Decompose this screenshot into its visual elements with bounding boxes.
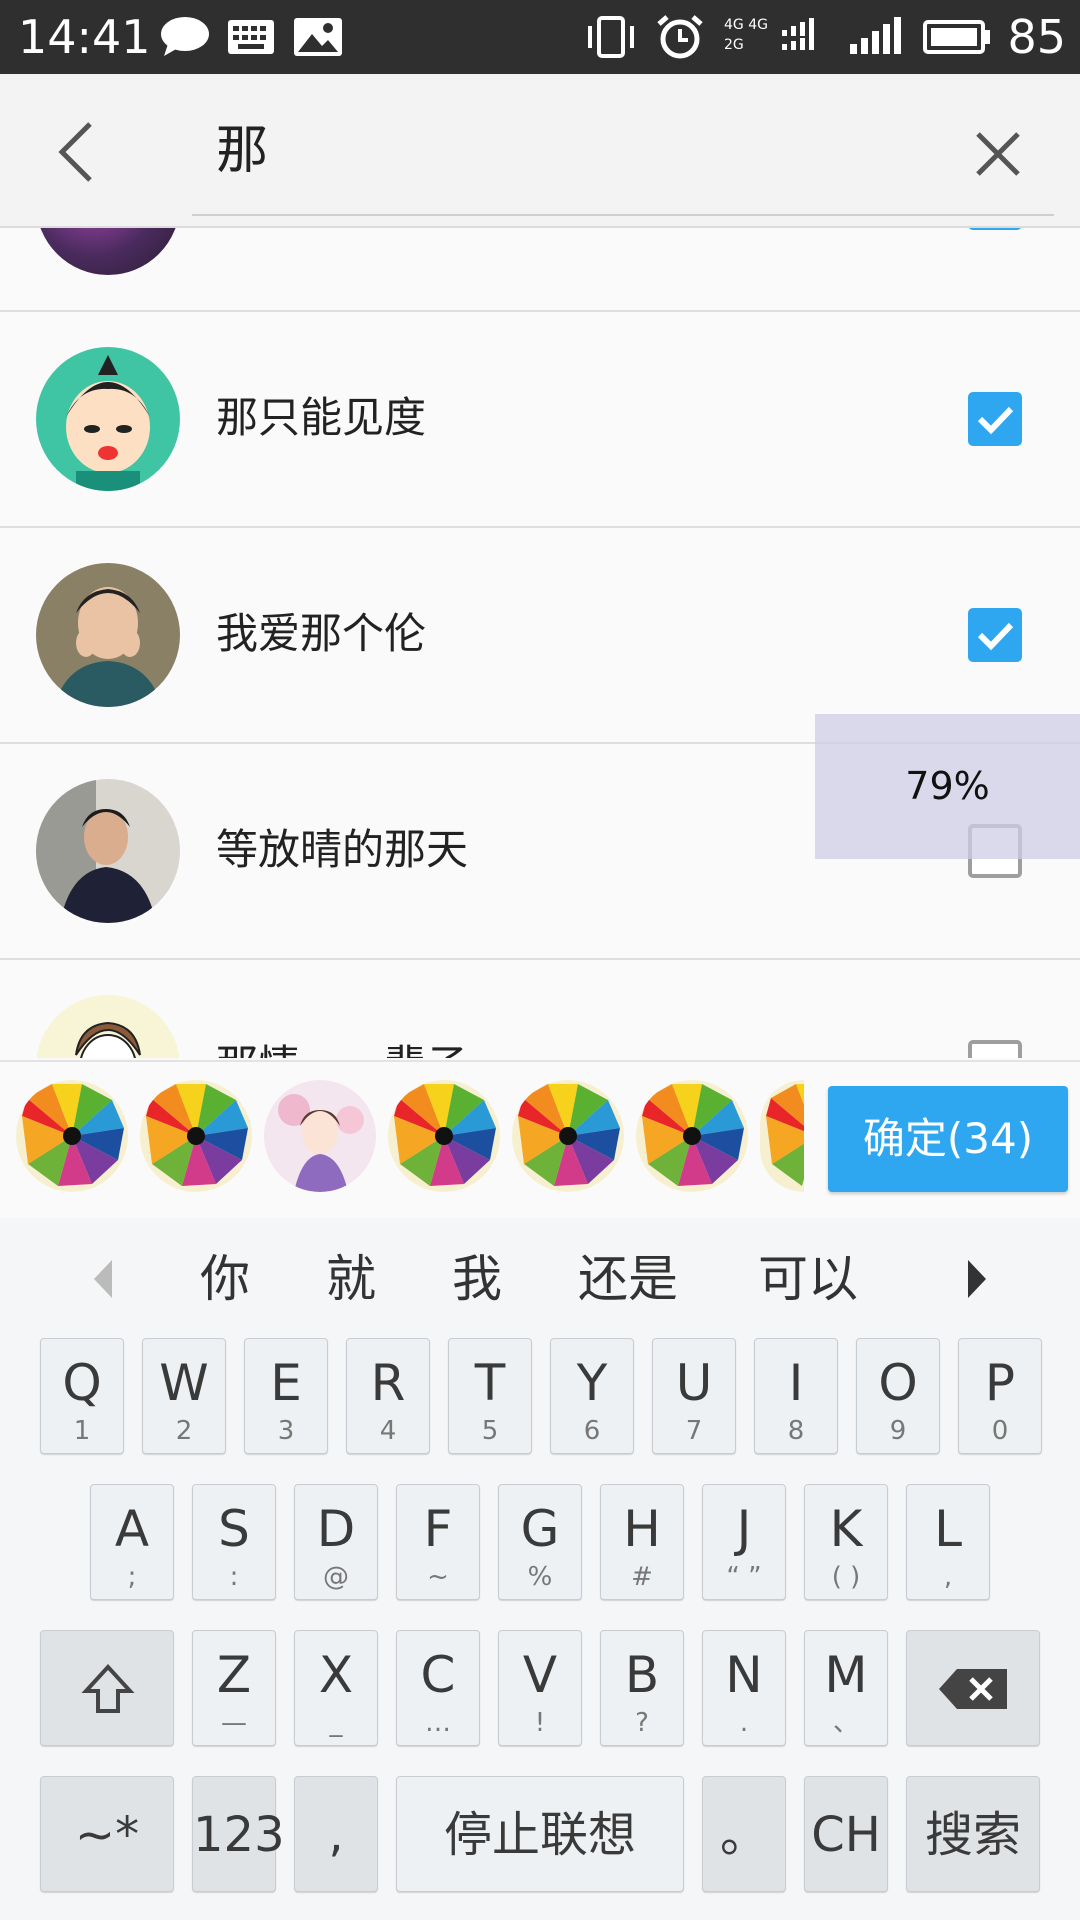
- key-b[interactable]: B?: [600, 1630, 684, 1746]
- selected-avatar[interactable]: [264, 1080, 376, 1192]
- contact-checkbox[interactable]: [968, 608, 1022, 662]
- contact-row[interactable]: 那只能见度: [0, 312, 1080, 528]
- candidate-word[interactable]: 还是: [578, 1244, 678, 1314]
- selected-avatar[interactable]: [512, 1080, 624, 1192]
- key-x[interactable]: X _: [294, 1630, 378, 1746]
- key-c[interactable]: C…: [396, 1630, 480, 1746]
- search-header: 那: [0, 74, 1080, 228]
- check-icon: [968, 228, 1022, 230]
- image-icon: [294, 18, 342, 56]
- alarm-icon: [657, 15, 703, 59]
- key-s[interactable]: S:: [192, 1484, 276, 1600]
- key-n[interactable]: N.: [702, 1630, 786, 1746]
- soft-keyboard: 你 就 我 还是 可以 Q1 W2 E3 R4 T5 Y6 U7 I8 O9 P…: [0, 1218, 1080, 1920]
- key-v[interactable]: V!: [498, 1630, 582, 1746]
- key-e[interactable]: E3: [244, 1338, 328, 1454]
- key-g[interactable]: G%: [498, 1484, 582, 1600]
- key-j[interactable]: J “ ”: [702, 1484, 786, 1600]
- avatar: [36, 995, 180, 1058]
- shift-key[interactable]: [40, 1630, 174, 1746]
- selected-avatar[interactable]: [760, 1080, 804, 1192]
- contact-row[interactable]: 我爱那个伦: [0, 528, 1080, 744]
- network-type-top: 4G 4G: [724, 17, 768, 33]
- search-key[interactable]: 搜索: [906, 1776, 1040, 1892]
- key-w[interactable]: W2: [142, 1338, 226, 1454]
- key-h[interactable]: H #: [600, 1484, 684, 1600]
- key-y[interactable]: Y6: [550, 1338, 634, 1454]
- scroll-percent: 79%: [905, 764, 990, 808]
- check-icon: [977, 622, 1014, 651]
- contact-name: 那只能见度: [216, 393, 427, 442]
- key-o[interactable]: O9: [856, 1338, 940, 1454]
- key-u[interactable]: U7: [652, 1338, 736, 1454]
- symbols-key[interactable]: ~*: [40, 1776, 174, 1892]
- shift-icon: [81, 1664, 135, 1713]
- message-icon: [161, 17, 209, 56]
- selected-avatar[interactable]: [636, 1080, 748, 1192]
- key-t[interactable]: T5: [448, 1338, 532, 1454]
- candidate-prev-icon[interactable]: [88, 1254, 118, 1304]
- network-type-bottom: 2G: [724, 37, 744, 53]
- signal-icon: [850, 17, 901, 54]
- contact-name: 等放晴的那天: [216, 825, 469, 874]
- selected-avatar[interactable]: [140, 1080, 252, 1192]
- candidate-next-icon[interactable]: [962, 1254, 992, 1304]
- candidate-word[interactable]: 可以: [758, 1244, 858, 1314]
- selected-contacts-bar: 确定(34): [0, 1060, 1080, 1220]
- vibrate-icon: [588, 16, 634, 58]
- contact-row[interactable]: [0, 228, 1080, 312]
- key-a[interactable]: A;: [90, 1484, 174, 1600]
- backspace-key[interactable]: [906, 1630, 1040, 1746]
- key-z[interactable]: Z —: [192, 1630, 276, 1746]
- backspace-icon: [939, 1669, 1007, 1709]
- candidate-word[interactable]: 就: [326, 1244, 376, 1314]
- contact-name: 那情……辈子: [216, 1036, 468, 1058]
- contact-row[interactable]: 那情……辈子: [0, 960, 1080, 1058]
- contact-list[interactable]: 那只能见度 我爱那个伦 等放晴的那天 那情……辈子: [0, 228, 1080, 1058]
- check-icon: [977, 406, 1014, 435]
- avatar: [36, 228, 180, 275]
- space-key[interactable]: 停止联想: [396, 1776, 684, 1892]
- confirm-button[interactable]: 确定(34): [828, 1086, 1068, 1192]
- key-q[interactable]: Q1: [40, 1338, 124, 1454]
- key-k[interactable]: K( ): [804, 1484, 888, 1600]
- candidate-word[interactable]: 你: [200, 1244, 250, 1314]
- battery-level: 85: [1007, 10, 1066, 64]
- key-f[interactable]: F ~: [396, 1484, 480, 1600]
- back-icon[interactable]: [40, 112, 120, 192]
- contact-name: 我爱那个伦: [216, 609, 427, 658]
- avatar: [36, 563, 180, 707]
- key-r[interactable]: R4: [346, 1338, 430, 1454]
- key-d[interactable]: D @: [294, 1484, 378, 1600]
- key-l[interactable]: L,: [906, 1484, 990, 1600]
- search-query: 那: [216, 121, 269, 181]
- period-key[interactable]: 。: [702, 1776, 786, 1892]
- scroll-indicator: 79%: [815, 714, 1080, 859]
- key-p[interactable]: P0: [958, 1338, 1042, 1454]
- candidate-bar: 你 就 我 还是 可以: [0, 1218, 1080, 1338]
- selected-avatar[interactable]: [16, 1080, 128, 1192]
- avatar: [36, 779, 180, 923]
- contact-checkbox[interactable]: [968, 1040, 1022, 1058]
- selected-avatar[interactable]: [388, 1080, 500, 1192]
- clear-icon[interactable]: [958, 114, 1038, 194]
- key-m[interactable]: M、: [804, 1630, 888, 1746]
- language-key[interactable]: CH: [804, 1776, 888, 1892]
- keyboard-icon: [228, 20, 274, 54]
- contact-checkbox[interactable]: [968, 228, 1022, 230]
- search-input[interactable]: 那: [192, 94, 1054, 216]
- status-time: 14:41: [18, 10, 151, 64]
- dual-signal-icon: [782, 18, 814, 50]
- numbers-key[interactable]: 123: [192, 1776, 285, 1892]
- candidate-word[interactable]: 我: [452, 1244, 502, 1314]
- avatar: [36, 347, 180, 491]
- contact-checkbox[interactable]: [968, 392, 1022, 446]
- battery-icon: [923, 20, 990, 54]
- comma-key[interactable]: ,: [294, 1776, 378, 1892]
- status-bar: 14:41 4G 4G 2G 85: [0, 0, 1080, 74]
- key-i[interactable]: I8: [754, 1338, 838, 1454]
